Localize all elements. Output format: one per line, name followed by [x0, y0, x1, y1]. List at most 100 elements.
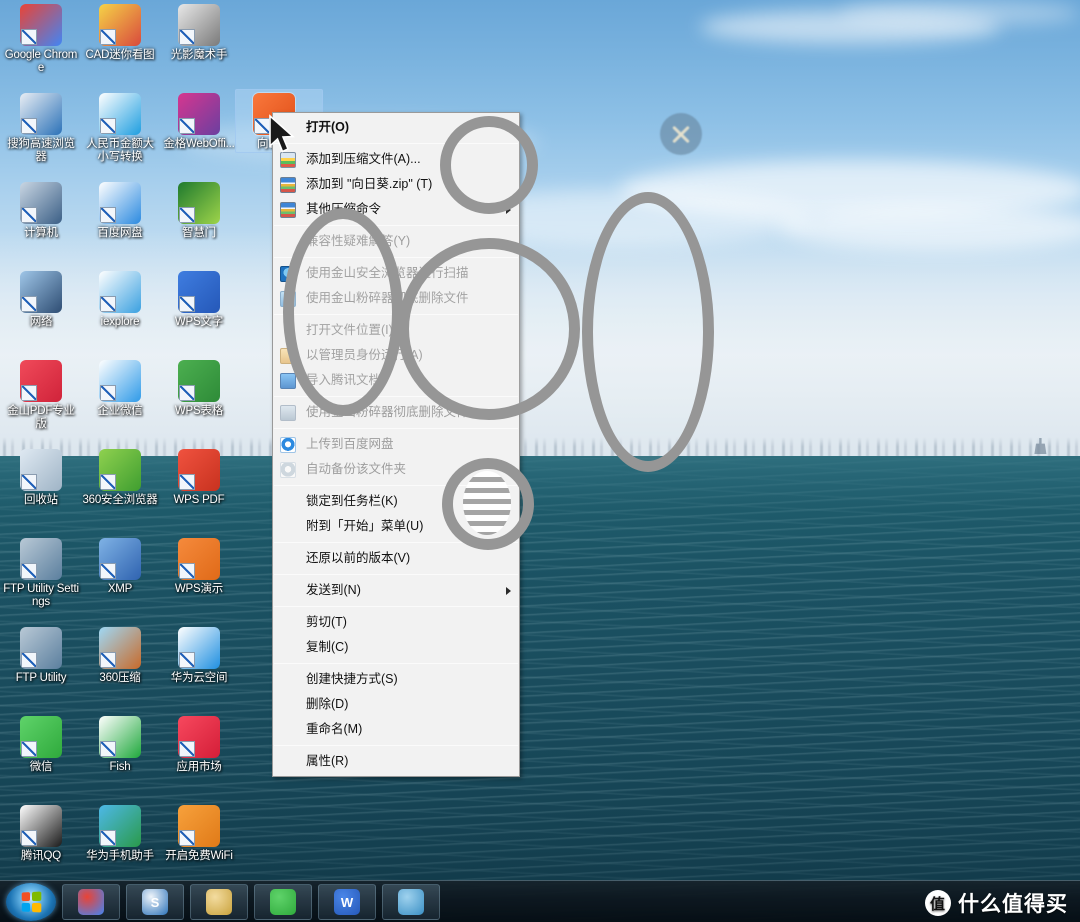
close-annotation-button[interactable] — [660, 113, 702, 155]
desktop-icon-label: 华为云空间 — [170, 672, 228, 684]
taskbar[interactable]: SW — [0, 880, 1080, 922]
wechat-icon — [20, 716, 62, 758]
menu-open[interactable]: 打开(O) — [273, 115, 519, 140]
taskbar-sogou-browser[interactable]: S — [126, 884, 184, 920]
desktop-icon-huawei-phone-assistant[interactable]: 华为手机助手 — [81, 805, 159, 863]
desktop-icon-grid: Google Chrome CAD迷你看图 光影魔术手搜狗高速浏览器 人民币金额大小写… — [0, 0, 240, 880]
menu-kingsoft-shred-2: 使用金山粉碎器彻底删除文件 — [273, 400, 519, 425]
desktop-icon-free-wifi[interactable]: 开启免费WiFi — [160, 805, 238, 863]
desktop-icon-sogou-browser[interactable]: 搜狗高速浏览器 — [2, 93, 80, 164]
menu-pin-to-start-menu[interactable]: 附到「开始」菜单(U) — [273, 514, 519, 539]
menu-upload-to-baidu-netdisk-icon — [280, 437, 296, 453]
nchoto-photo-tool-icon — [178, 4, 220, 46]
desktop-icon-label: 360安全浏览器 — [82, 494, 158, 506]
desktop-icon-network[interactable]: 网络 — [2, 271, 80, 329]
desktop-icon-computer[interactable]: 计算机 — [2, 182, 80, 240]
taskbar-wps-writer[interactable]: W — [318, 884, 376, 920]
menu-other-archive-commands[interactable]: 其他压缩命令 — [273, 197, 519, 222]
desktop-icon-kingsoft-pdf-pro[interactable]: 金山PDF专业版 — [2, 360, 80, 431]
taskbar-sunflower[interactable] — [382, 884, 440, 920]
desktop-icon-wps-pdf[interactable]: WPS PDF — [160, 449, 238, 507]
desktop-icon-baidu-netdisk[interactable]: 百度网盘 — [81, 182, 159, 240]
desktop-icon-label: FTP Utility Settings — [3, 583, 79, 608]
menu-separator — [274, 542, 518, 543]
taskbar-google-chrome[interactable] — [62, 884, 120, 920]
menu-item-label: 使用金山粉碎器彻底删除文件 — [306, 291, 469, 305]
menu-kingsoft-shred: 使用金山粉碎器彻底删除文件 — [273, 286, 519, 311]
desktop-icon-xmp[interactable]: XMP — [81, 538, 159, 596]
menu-separator — [274, 225, 518, 226]
wps-spreadsheet-icon — [178, 360, 220, 402]
watermark-logo-icon: 值 — [925, 890, 951, 916]
menu-item-label: 上传到百度网盘 — [306, 437, 394, 451]
desktop-icon-label: 计算机 — [24, 227, 58, 239]
tencent-qq-icon — [20, 805, 62, 847]
menu-rename[interactable]: 重命名(M) — [273, 717, 519, 742]
computer-icon — [20, 182, 62, 224]
menu-send-to[interactable]: 发送到(N) — [273, 578, 519, 603]
taskbar-file-explorer[interactable] — [190, 884, 248, 920]
desktop-icon-label: 应用市场 — [176, 761, 222, 773]
desktop-icon-label: 智慧门 — [182, 227, 216, 239]
menu-item-label: 复制(C) — [306, 640, 349, 654]
menu-cut[interactable]: 剪切(T) — [273, 610, 519, 635]
menu-pin-to-taskbar[interactable]: 锁定到任务栏(K) — [273, 489, 519, 514]
desktop-icon-label: WPS演示 — [174, 583, 224, 595]
desktop-icon-app-market[interactable]: 应用市场 — [160, 716, 238, 774]
desktop-icon-360-zip[interactable]: 360压缩 — [81, 627, 159, 685]
desktop-icon-wechat[interactable]: 微信 — [2, 716, 80, 774]
desktop-icon-360-secure-browser[interactable]: 360安全浏览器 — [81, 449, 159, 507]
menu-separator — [274, 314, 518, 315]
chevron-right-icon — [506, 206, 511, 214]
desktop-icon-fish[interactable]: Fish — [81, 716, 159, 774]
watermark: 值 什么值得买 — [925, 888, 1068, 918]
menu-kingsoft-shred-2-icon — [280, 405, 296, 421]
desktop-icon-cad-mini-viewer[interactable]: CAD迷你看图 — [81, 4, 159, 62]
menu-properties[interactable]: 属性(R) — [273, 749, 519, 774]
menu-item-label: 使用金山粉碎器彻底删除文件 — [306, 405, 469, 419]
menu-import-tencent-docs-icon — [280, 373, 296, 389]
desktop-icon-wps-writer[interactable]: WPS文字 — [160, 271, 238, 329]
desktop-icon-jinge-weboffice[interactable]: 金格WebOffi... — [160, 93, 238, 151]
menu-kingsoft-scan: 使用金山安全浏览器进行扫描 — [273, 261, 519, 286]
desktop-icon-ftp-utility[interactable]: FTP Utility — [2, 627, 80, 685]
taskbar-wechat[interactable] — [254, 884, 312, 920]
desktop-icon-nchoto-photo-tool[interactable]: 光影魔术手 — [160, 4, 238, 62]
menu-item-label: 导入腾讯文档 — [306, 373, 382, 387]
menu-add-to-sunflower-zip-icon — [280, 177, 296, 193]
desktop-icon-wps-spreadsheet[interactable]: WPS表格 — [160, 360, 238, 418]
menu-item-label: 还原以前的版本(V) — [306, 551, 411, 565]
mouse-cursor — [269, 114, 295, 153]
menu-restore-previous-versions[interactable]: 还原以前的版本(V) — [273, 546, 519, 571]
menu-separator — [274, 485, 518, 486]
menu-item-label: 以管理员身份运行(A) — [306, 348, 423, 362]
desktop-icon-wecom[interactable]: 企业微信 — [81, 360, 159, 418]
menu-delete[interactable]: 删除(D) — [273, 692, 519, 717]
desktop-icon-context-menu[interactable]: 打开(O) 添加到压缩文件(A)... 添加到 "向日葵.zip" (T) 其他压缩命… — [272, 112, 520, 777]
desktop-icon-ftp-utility-settings[interactable]: FTP Utility Settings — [2, 538, 80, 609]
windows-logo-icon — [21, 891, 42, 913]
menu-item-label: 创建快捷方式(S) — [306, 672, 398, 686]
menu-copy[interactable]: 复制(C) — [273, 635, 519, 660]
desktop-icon-internet-explorer[interactable]: iexplore — [81, 271, 159, 329]
jinge-weboffice-icon — [178, 93, 220, 135]
desktop-icon-huawei-cloud-space[interactable]: 华为云空间 — [160, 627, 238, 685]
desktop-icon-google-chrome[interactable]: Google Chrome — [2, 4, 80, 75]
desktop-icon-wps-presentation[interactable]: WPS演示 — [160, 538, 238, 596]
desktop-icon-tencent-qq[interactable]: 腾讯QQ — [2, 805, 80, 863]
menu-run-as-administrator: 以管理员身份运行(A) — [273, 343, 519, 368]
menu-add-to-sunflower-zip[interactable]: 添加到 "向日葵.zip" (T) — [273, 172, 519, 197]
desktop-icon-recycle-bin[interactable]: 回收站 — [2, 449, 80, 507]
start-button[interactable] — [6, 883, 56, 921]
360-zip-icon — [99, 627, 141, 669]
huawei-cloud-space-icon — [178, 627, 220, 669]
menu-upload-to-baidu-netdisk: 上传到百度网盘 — [273, 432, 519, 457]
huawei-phone-assistant-icon — [99, 805, 141, 847]
menu-item-label: 添加到压缩文件(A)... — [306, 152, 421, 166]
taskbar-sogou-browser-icon: S — [142, 889, 168, 915]
desktop-icon-smart-door[interactable]: 智慧门 — [160, 182, 238, 240]
menu-add-to-archive[interactable]: 添加到压缩文件(A)... — [273, 147, 519, 172]
menu-create-shortcut[interactable]: 创建快捷方式(S) — [273, 667, 519, 692]
desktop-icon-rmb-amount-converter[interactable]: 人民币金额大小写转换 — [81, 93, 159, 164]
menu-item-label: 锁定到任务栏(K) — [306, 494, 398, 508]
